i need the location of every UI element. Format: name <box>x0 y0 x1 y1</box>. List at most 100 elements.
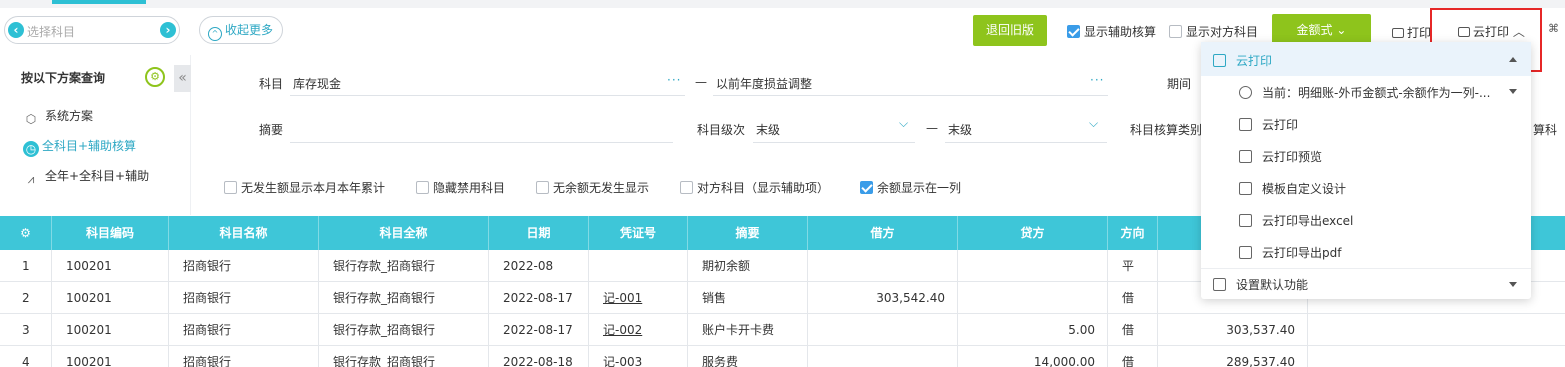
default-settings-label: 设置默认功能 <box>1236 278 1309 292</box>
subject-from-input[interactable]: 库存现金 <box>293 75 341 92</box>
dropdown-header[interactable]: 云打印 <box>1201 42 1531 76</box>
scheme-item-label: 系统方案 <box>45 109 94 123</box>
gear-icon[interactable]: ⚙ <box>145 67 165 87</box>
level-from-select[interactable]: 末级 <box>756 121 780 138</box>
dropdown-item-export-excel[interactable]: 云打印导出excel <box>1239 212 1353 229</box>
col-header[interactable]: 科目全称 <box>319 216 489 250</box>
filter-check-balance-one-col[interactable]: 余额显示在一列 <box>860 179 961 196</box>
aux-type-label: 科目核算类别 <box>1130 123 1203 137</box>
aux-type-select[interactable]: 算科 <box>1533 121 1557 138</box>
caret-down-icon[interactable] <box>1509 89 1517 94</box>
scheme-item-full-year[interactable]: ⩘ 全年+全科目+辅助 <box>23 167 150 187</box>
summary-label: 摘要 <box>259 123 284 137</box>
dropdown-current-template[interactable]: 当前：明细账-外币金额式-余额作为一列-... <box>1239 84 1490 101</box>
filter-check-label: 无余额无发生显示 <box>553 181 650 195</box>
fold-panel-icon[interactable]: « <box>174 65 191 92</box>
subject-to-input[interactable]: 以前年度损益调整 <box>716 75 812 92</box>
col-header[interactable]: 日期 <box>489 216 589 250</box>
filter-check-counter[interactable]: 对方科目（显示辅助项） <box>680 179 829 196</box>
table-settings-icon[interactable]: ⚙ <box>0 216 52 250</box>
scheme-item-all-subjects[interactable]: ◷ 全科目+辅助核算 <box>23 137 136 157</box>
settings-icon[interactable]: ⌘ <box>1548 22 1559 35</box>
preview-icon <box>1239 150 1252 163</box>
dropdown-item-cloud-print[interactable]: 云打印 <box>1239 116 1298 133</box>
cell-name: 招商银行 <box>169 250 319 282</box>
cell-fullname: 银行存款_招商银行 <box>319 346 489 367</box>
cell-voucher <box>589 250 688 282</box>
subject-placeholder: 选择科目 <box>27 25 76 39</box>
chevron-down-icon[interactable]: ⌵ <box>1089 116 1098 131</box>
range-dash: — <box>695 75 707 89</box>
row-number: 3 <box>0 314 52 346</box>
caret-down-icon[interactable] <box>1509 282 1517 287</box>
cell-credit <box>958 250 1108 282</box>
table-row[interactable]: 3 100201 招商银行 银行存款_招商银行 2022-08-17 记-002… <box>0 314 1565 346</box>
subject-from-underline <box>290 95 685 96</box>
dropdown-item-label: 云打印预览 <box>1262 150 1323 164</box>
filter-check-no-amount[interactable]: 无发生额显示本月本年累计 <box>224 179 385 196</box>
cell-balance: 303,537.40 <box>1158 314 1308 346</box>
dropdown-header-label: 云打印 <box>1213 52 1272 69</box>
voucher-link[interactable]: 记-003 <box>603 355 642 367</box>
filter-check-hide-disabled[interactable]: 隐藏禁用科目 <box>416 179 505 196</box>
checkbox-checked-icon <box>860 181 873 194</box>
cloud-print-dropdown: 云打印 当前：明细账-外币金额式-余额作为一列-... 云打印 云打印预览 模板… <box>1201 42 1531 299</box>
col-header[interactable]: 科目编码 <box>52 216 169 250</box>
location-icon <box>1239 86 1252 99</box>
more-icon[interactable]: ··· <box>667 73 681 87</box>
chart-icon: ⩘ <box>27 172 35 186</box>
collapse-more-button[interactable]: ^ 收起更多 <box>199 16 283 44</box>
subject-selector[interactable]: ‹ 选择科目 › <box>4 16 180 44</box>
checkbox-icon <box>224 181 237 194</box>
cell-balance: 289,537.40 <box>1158 346 1308 367</box>
chevron-down-icon[interactable]: ⌵ <box>899 116 908 131</box>
col-header[interactable]: 贷方 <box>958 216 1108 250</box>
dropdown-item-template-design[interactable]: 模板自定义设计 <box>1239 180 1346 197</box>
cell-fullname: 银行存款_招商银行 <box>319 282 489 314</box>
col-header[interactable]: 摘要 <box>688 216 808 250</box>
filter-check-no-balance[interactable]: 无余额无发生显示 <box>536 179 649 196</box>
cell-summary: 服务费 <box>688 346 808 367</box>
period-label: 期间 <box>1167 77 1192 91</box>
collapse-more-label: 收起更多 <box>225 23 274 37</box>
active-tab-indicator[interactable] <box>52 0 146 4</box>
show-aux-checkbox[interactable]: 显示辅助核算 <box>1067 23 1156 40</box>
cell-date: 2022-08-17 <box>489 282 589 314</box>
cell-fullname: 银行存款_招商银行 <box>319 250 489 282</box>
print-button[interactable]: 打印 <box>1392 24 1431 41</box>
cell-summary: 账户卡开卡费 <box>688 314 808 346</box>
old-version-button[interactable]: 退回旧版 <box>973 15 1047 46</box>
cell-credit: 14,000.00 <box>958 346 1108 367</box>
level-to-select[interactable]: 末级 <box>948 121 972 138</box>
chevron-right-icon[interactable]: › <box>160 22 176 38</box>
printer-icon <box>1392 28 1404 38</box>
scheme-item-label: 全科目+辅助核算 <box>42 139 137 153</box>
checkbox-icon <box>416 181 429 194</box>
dropdown-item-label: 云打印 <box>1262 118 1299 132</box>
filter-check-label: 对方科目（显示辅助项） <box>697 181 830 195</box>
col-header[interactable]: 科目名称 <box>169 216 319 250</box>
cell-code: 100201 <box>52 282 169 314</box>
dropdown-item-export-pdf[interactable]: 云打印导出pdf <box>1239 244 1341 261</box>
current-template-label: 当前：明细账-外币金额式-余额作为一列-... <box>1262 86 1491 100</box>
show-counter-checkbox[interactable]: 显示对方科目 <box>1169 23 1258 40</box>
cell-debit <box>808 250 958 282</box>
summary-input[interactable] <box>290 142 673 143</box>
voucher-link[interactable]: 记-001 <box>603 291 642 305</box>
col-header[interactable]: 方向 <box>1108 216 1158 250</box>
more-icon[interactable]: ··· <box>1090 73 1104 87</box>
scheme-item-system[interactable]: ⬡ 系统方案 <box>23 107 93 127</box>
col-header[interactable]: 借方 <box>808 216 958 250</box>
dropdown-default-settings[interactable]: 设置默认功能 <box>1213 276 1308 293</box>
dropdown-item-label: 云打印导出pdf <box>1262 246 1342 260</box>
cell-name: 招商银行 <box>169 282 319 314</box>
scheme-item-label: 全年+全科目+辅助 <box>45 169 150 183</box>
col-header[interactable]: 凭证号 <box>589 216 688 250</box>
row-number: 1 <box>0 250 52 282</box>
dropdown-item-preview[interactable]: 云打印预览 <box>1239 148 1322 165</box>
chevron-left-icon[interactable]: ‹ <box>8 22 24 38</box>
voucher-link[interactable]: 记-002 <box>603 323 642 337</box>
filter-check-label: 余额显示在一列 <box>877 181 962 195</box>
level-from-underline <box>753 142 915 143</box>
table-row[interactable]: 4 100201 招商银行 银行存款_招商银行 2022-08-18 记-003… <box>0 346 1565 367</box>
